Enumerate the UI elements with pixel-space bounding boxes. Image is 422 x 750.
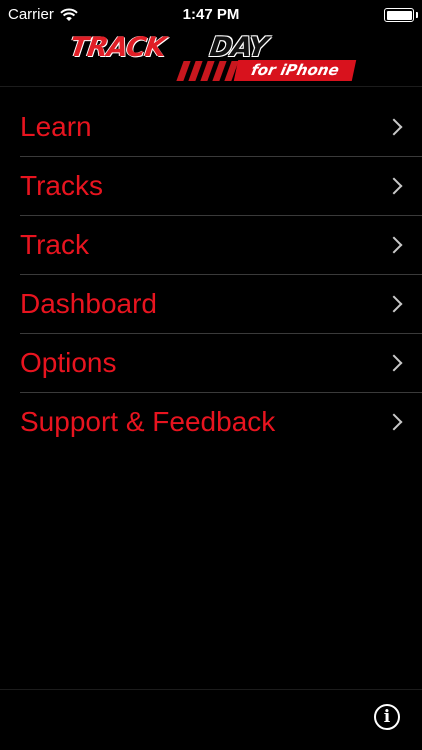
menu-item-support-feedback[interactable]: Support & Feedback	[20, 393, 422, 451]
menu-item-tracks[interactable]: Tracks	[20, 157, 422, 216]
trackday-logo: TRACK DAY for iPhone	[67, 32, 357, 82]
menu-item-label: Support & Feedback	[20, 406, 276, 437]
status-bar: Carrier 1:47 PM	[0, 0, 422, 30]
battery-tip	[416, 12, 418, 18]
bottom-toolbar: i	[0, 689, 422, 750]
status-time: 1:47 PM	[182, 6, 240, 23]
chevron-right-icon	[385, 295, 403, 313]
chevron-right-icon	[385, 354, 403, 372]
menu-item-track[interactable]: Track	[20, 216, 422, 275]
logo-badge: for iPhone	[233, 60, 357, 81]
chevron-right-icon	[385, 413, 403, 431]
main-menu: Learn Tracks Track Dashboard Options Sup…	[0, 98, 422, 451]
menu-item-label: Tracks	[20, 170, 103, 201]
menu-item-options[interactable]: Options	[20, 334, 422, 393]
battery-icon	[384, 8, 414, 22]
menu-item-label: Learn	[20, 111, 92, 142]
battery-fill	[386, 10, 412, 20]
menu-item-label: Track	[20, 229, 89, 260]
chevron-right-icon	[385, 236, 403, 254]
chevron-right-icon	[385, 177, 403, 195]
logo-word-day: DAY	[207, 32, 269, 63]
chevron-right-icon	[385, 118, 403, 136]
menu-item-dashboard[interactable]: Dashboard	[20, 275, 422, 334]
menu-item-label: Dashboard	[20, 288, 157, 319]
app-header: TRACK DAY for iPhone	[0, 30, 422, 87]
logo-word-track: TRACK	[67, 32, 168, 63]
menu-item-learn[interactable]: Learn	[20, 98, 422, 157]
menu-item-label: Options	[20, 347, 117, 378]
info-icon[interactable]: i	[374, 704, 400, 730]
logo-stripes	[176, 61, 240, 81]
